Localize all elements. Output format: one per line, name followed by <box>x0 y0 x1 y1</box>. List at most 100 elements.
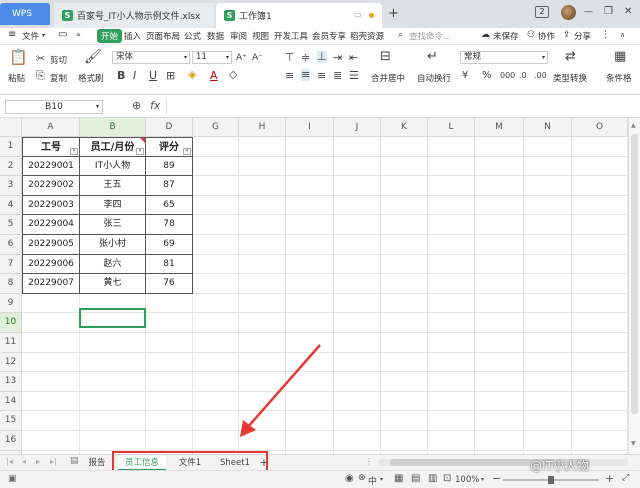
grid-cell[interactable] <box>524 313 572 333</box>
save-icon[interactable]: ▭ <box>58 29 67 40</box>
grid-cell[interactable] <box>22 431 80 451</box>
align-middle-icon[interactable]: ≑ <box>301 52 310 64</box>
grid-cell[interactable] <box>381 274 428 294</box>
conditional-format-button[interactable]: 条件格 <box>606 72 632 84</box>
grid-cell[interactable] <box>381 391 428 412</box>
avatar[interactable] <box>561 5 576 20</box>
merge-center-button[interactable]: 合并居中 <box>371 72 405 84</box>
column-header-h[interactable]: H <box>239 118 286 137</box>
scroll-thumb[interactable] <box>631 134 638 414</box>
grid-cell[interactable] <box>239 215 286 235</box>
grid-cell[interactable] <box>334 313 381 333</box>
header-cell-score[interactable]: 评分 ▾ <box>146 137 193 157</box>
grid-cell[interactable] <box>239 293 286 314</box>
grid-cell[interactable] <box>286 352 334 373</box>
grid-cell[interactable] <box>146 313 193 333</box>
grid-cell[interactable] <box>572 313 628 333</box>
grid-cell[interactable] <box>475 313 524 333</box>
grid-cell[interactable] <box>524 333 572 353</box>
header-cell-id[interactable]: 工号 ▾ <box>22 137 80 157</box>
grid-cell[interactable] <box>334 411 381 431</box>
grid-cell[interactable] <box>334 274 381 294</box>
doc-tab-file[interactable]: S 百家号_IT小人物示例文件.xlsx <box>54 3 214 28</box>
grid-cell[interactable] <box>572 176 628 196</box>
grid-cell[interactable] <box>146 352 193 373</box>
grid-cell[interactable] <box>286 333 334 353</box>
column-header-m[interactable]: M <box>475 118 524 137</box>
data-cell-id[interactable]: 20229001 <box>22 156 80 177</box>
grid-cell[interactable] <box>381 137 428 157</box>
grid-cell[interactable] <box>80 431 146 451</box>
row-header-11[interactable]: 11 <box>0 333 22 353</box>
grid-cell[interactable] <box>572 254 628 275</box>
grid-cell[interactable] <box>239 352 286 373</box>
wrap-text-button[interactable]: 自动换行 <box>417 72 451 84</box>
filter-dropdown-icon[interactable]: ▾ <box>70 147 78 155</box>
data-cell-id[interactable]: 20229005 <box>22 235 80 255</box>
last-sheet-icon[interactable]: ▸| <box>50 457 57 466</box>
minimize-button[interactable]: — <box>584 7 593 17</box>
grid-cell[interactable] <box>428 137 475 157</box>
format-painter-button[interactable]: 格式刷 <box>78 72 104 84</box>
cut-button[interactable]: 剪切 <box>50 54 67 66</box>
cut-icon[interactable]: ✂ <box>36 53 45 65</box>
grid-cell[interactable] <box>524 391 572 412</box>
grid-cell[interactable] <box>334 333 381 353</box>
font-color-icon[interactable]: A <box>210 70 218 82</box>
spreadsheet-grid[interactable]: A B D G H I J K L M N O 1 2 3 4 5 6 7 8 9 10 11 12 1… <box>0 118 628 454</box>
grid-cell[interactable] <box>193 391 239 412</box>
increase-decimal-icon[interactable]: .0 <box>519 70 527 82</box>
grid-cell[interactable] <box>286 176 334 196</box>
grid-cell[interactable] <box>572 333 628 353</box>
grid-cell[interactable] <box>475 333 524 353</box>
border-icon[interactable]: ⊞ <box>166 70 175 82</box>
grid-cell[interactable] <box>524 431 572 451</box>
grid-cell[interactable] <box>193 352 239 373</box>
vertical-scrollbar[interactable]: ▲ ▼ <box>628 118 640 454</box>
indent-icon[interactable]: ⇥ <box>333 52 342 64</box>
data-cell-id[interactable]: 20229002 <box>22 176 80 196</box>
grid-cell[interactable] <box>524 254 572 275</box>
grid-cell[interactable] <box>475 215 524 235</box>
grid-cell[interactable] <box>193 431 239 451</box>
column-header-b[interactable]: B <box>80 118 146 137</box>
grid-cell[interactable] <box>193 372 239 392</box>
row-header-10[interactable]: 10 <box>0 313 22 333</box>
type-convert-button[interactable]: 类型转换 <box>553 72 587 84</box>
grid-cell[interactable] <box>334 352 381 373</box>
grid-cell[interactable] <box>572 352 628 373</box>
grid-cell[interactable] <box>428 391 475 412</box>
column-header-a[interactable]: A <box>22 118 80 137</box>
grid-cell[interactable] <box>428 352 475 373</box>
data-cell-score[interactable]: 65 <box>146 195 193 216</box>
grid-cell[interactable] <box>428 411 475 431</box>
column-header-d[interactable]: D <box>146 118 193 137</box>
grid-cell[interactable] <box>381 176 428 196</box>
grid-cell[interactable] <box>475 274 524 294</box>
eraser-icon[interactable]: ◇ <box>229 69 237 81</box>
sheet-list-icon[interactable]: ▤ <box>70 456 79 466</box>
grid-cell[interactable] <box>475 391 524 412</box>
data-cell-name[interactable]: IT小人物 <box>80 156 146 177</box>
grid-cell[interactable] <box>146 293 193 314</box>
reading-view-icon[interactable]: ⊡ <box>443 473 451 484</box>
zoom-level[interactable]: 100% <box>455 475 479 485</box>
grid-cell[interactable] <box>239 235 286 255</box>
column-header-n[interactable]: N <box>524 118 572 137</box>
menu-item-page-layout[interactable]: 页面布局 <box>146 30 180 42</box>
grid-cell[interactable] <box>286 137 334 157</box>
grid-cell[interactable] <box>80 372 146 392</box>
grid-cell[interactable] <box>193 293 239 314</box>
grid-cell[interactable] <box>524 215 572 235</box>
grid-cell[interactable] <box>239 391 286 412</box>
grid-cell[interactable] <box>428 431 475 451</box>
maximize-button[interactable]: ❐ <box>604 6 613 17</box>
grid-cell[interactable] <box>286 411 334 431</box>
align-left-icon[interactable]: ≡ <box>285 70 294 82</box>
grid-cell[interactable] <box>572 235 628 255</box>
grid-cell[interactable] <box>334 235 381 255</box>
grid-cell[interactable] <box>524 293 572 314</box>
grid-cell[interactable] <box>524 176 572 196</box>
grid-cell[interactable] <box>22 352 80 373</box>
row-header-15[interactable]: 15 <box>0 411 22 431</box>
